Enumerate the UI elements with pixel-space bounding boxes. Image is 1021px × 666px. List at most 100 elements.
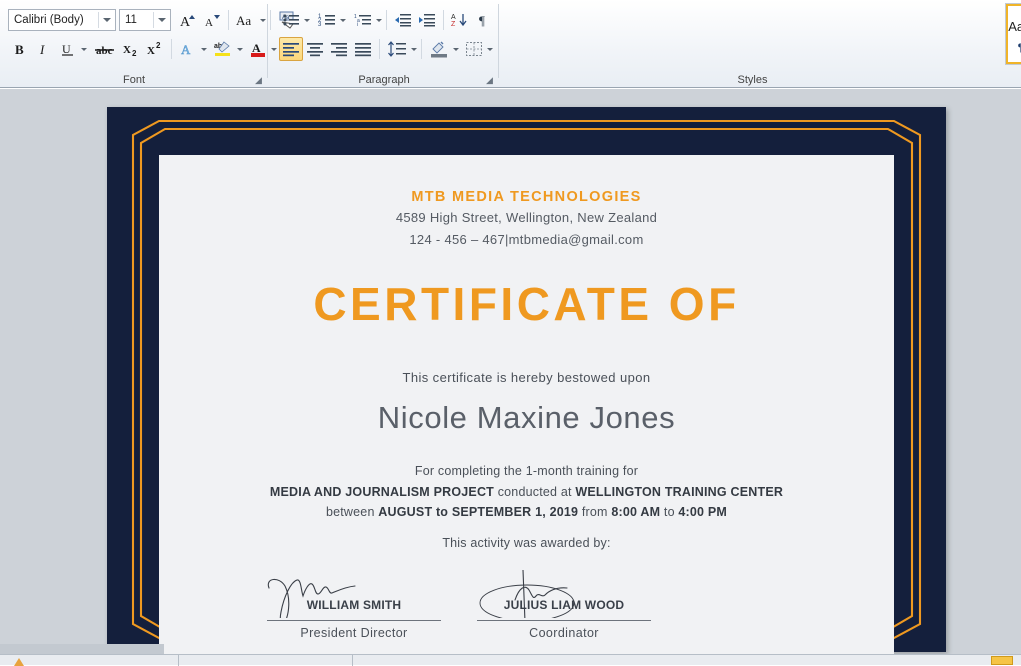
decrease-indent-icon[interactable] — [391, 8, 415, 32]
ribbon-group-label-font: Font — [122, 74, 145, 86]
svg-text:2: 2 — [132, 49, 137, 57]
paragraph-controls-row-2 — [279, 37, 493, 61]
divider — [228, 10, 229, 30]
signature-rule — [267, 620, 441, 621]
divider — [379, 39, 380, 59]
signature-role: Coordinator — [529, 626, 599, 640]
styles-gallery[interactable]: AaBbCcDc ¶ Normal AaBbCcDc ¶ No Spaci...… — [1005, 3, 1021, 65]
chevron-down-icon[interactable] — [201, 47, 207, 51]
svg-text:X: X — [147, 45, 155, 57]
chevron-down-icon[interactable] — [487, 47, 493, 51]
line-spacing-icon[interactable] — [384, 37, 410, 61]
signature-role: President Director — [300, 626, 408, 640]
ribbon-group-styles: AaBbCcDc ¶ Normal AaBbCcDc ¶ No Spaci...… — [500, 0, 1021, 88]
chevron-down-icon[interactable] — [81, 47, 87, 51]
font-controls-row-1: Calibri (Body) 11 A A Aa Aa — [8, 8, 301, 32]
grow-font-icon[interactable]: A — [176, 8, 200, 32]
chevron-down-icon[interactable] — [237, 47, 243, 51]
italic-icon[interactable]: I — [32, 37, 56, 61]
font-size-value: 11 — [125, 14, 137, 26]
body-line-3-mid2: to — [660, 505, 679, 519]
status-color-swatch[interactable] — [991, 656, 1013, 665]
style-item-normal[interactable]: AaBbCcDc ¶ Normal — [1006, 4, 1021, 64]
body-line-3-pre: between — [325, 505, 379, 519]
ribbon: Calibri (Body) 11 A A Aa Aa B I U abc X … — [0, 0, 1021, 88]
status-bar[interactable] — [0, 654, 1021, 666]
body-line-2-mid: conducted at — [494, 485, 576, 499]
text-highlight-icon[interactable]: ab — [210, 37, 236, 61]
certificate-title: CERTIFICATE OF — [313, 278, 740, 330]
svg-text:2: 2 — [156, 41, 161, 50]
change-case-icon[interactable]: Aa — [233, 8, 259, 32]
chevron-down-icon[interactable] — [158, 18, 166, 22]
increase-indent-icon[interactable] — [415, 8, 439, 32]
chevron-down-icon[interactable] — [103, 18, 111, 22]
shading-icon[interactable] — [426, 37, 452, 61]
paragraph-dialog-launcher[interactable]: ◢ — [484, 75, 495, 86]
chevron-down-icon[interactable] — [260, 18, 266, 22]
svg-text:U: U — [62, 42, 71, 56]
svg-text:A: A — [252, 41, 261, 55]
font-size-separator — [153, 12, 154, 28]
font-name-value: Calibri (Body) — [14, 14, 84, 26]
sort-icon[interactable]: AZ — [448, 8, 472, 32]
body-line-2: MEDIA AND JOURNALISM PROJECT conducted a… — [159, 485, 894, 499]
chevron-down-icon[interactable] — [304, 18, 310, 22]
borders-icon[interactable] — [462, 37, 486, 61]
superscript-icon[interactable]: X2 — [143, 37, 167, 61]
divider — [421, 39, 422, 59]
organization-contact: 124 - 456 – 467|mtbmedia@gmail.com — [409, 232, 644, 247]
body-line-3-dates: AUGUST to SEPTEMBER 1, 2019 — [378, 505, 579, 519]
divider — [443, 10, 444, 30]
show-formatting-marks-icon[interactable]: ¶ — [472, 8, 496, 32]
svg-text:Z: Z — [451, 21, 456, 28]
multilevel-list-icon[interactable]: 1 a i — [351, 8, 375, 32]
divider — [178, 655, 179, 666]
chevron-down-icon[interactable] — [453, 47, 459, 51]
style-preview: AaBbCcDc — [1008, 19, 1021, 34]
svg-text:abc: abc — [96, 45, 113, 57]
bestowed-label: This certificate is hereby bestowed upon — [402, 370, 651, 385]
svg-text:A: A — [451, 14, 456, 21]
bold-icon[interactable]: B — [8, 37, 32, 61]
signature-rule — [477, 620, 651, 621]
font-size-combo[interactable]: 11 — [119, 9, 171, 31]
paragraph-controls-row-1: 1 2 3 1 a i A Z ¶ — [279, 8, 496, 32]
numbering-icon[interactable]: 1 2 3 — [315, 8, 339, 32]
font-name-combo[interactable]: Calibri (Body) — [8, 9, 116, 31]
strikethrough-icon[interactable]: abc — [91, 37, 119, 61]
font-controls-row-2: B I U abc X2 X2 A ab A — [8, 37, 277, 61]
underline-icon[interactable]: U — [56, 37, 80, 61]
chevron-down-icon[interactable] — [340, 18, 346, 22]
align-center-icon[interactable] — [303, 37, 327, 61]
svg-text:A: A — [205, 17, 213, 29]
divider — [386, 10, 387, 30]
chevron-down-icon[interactable] — [376, 18, 382, 22]
body-line-3: between AUGUST to SEPTEMBER 1, 2019 from… — [159, 505, 894, 519]
certificate-frame: MTB MEDIA TECHNOLOGIES 4589 High Street,… — [107, 107, 946, 654]
text-effects-icon[interactable]: A — [176, 37, 200, 61]
body-line-3-start-time: 8:00 AM — [611, 505, 661, 519]
ribbon-group-label-styles: Styles — [737, 74, 768, 86]
justify-icon[interactable] — [351, 37, 375, 61]
align-left-icon[interactable] — [279, 37, 303, 61]
svg-text:Aa: Aa — [236, 13, 251, 28]
ribbon-group-font: Calibri (Body) 11 A A Aa Aa B I U abc X … — [0, 0, 294, 88]
horizontal-scroll-track[interactable] — [0, 644, 164, 654]
divider — [171, 39, 172, 59]
divider — [352, 655, 353, 666]
certificate-page[interactable]: MTB MEDIA TECHNOLOGIES 4589 High Street,… — [159, 155, 894, 654]
divider — [267, 4, 268, 78]
svg-text:A: A — [180, 15, 191, 29]
bullets-icon[interactable] — [279, 8, 303, 32]
body-line-2-project: MEDIA AND JOURNALISM PROJECT — [269, 485, 495, 499]
svg-text:I: I — [39, 42, 45, 57]
shrink-font-icon[interactable]: A — [200, 8, 224, 32]
align-right-icon[interactable] — [327, 37, 351, 61]
body-line-3-end-time: 4:00 PM — [678, 505, 728, 519]
svg-text:A: A — [181, 42, 191, 57]
chevron-down-icon[interactable] — [411, 47, 417, 51]
document-workspace[interactable]: MTB MEDIA TECHNOLOGIES 4589 High Street,… — [0, 89, 1021, 654]
subscript-icon[interactable]: X2 — [119, 37, 143, 61]
font-dialog-launcher[interactable]: ◢ — [253, 75, 264, 86]
